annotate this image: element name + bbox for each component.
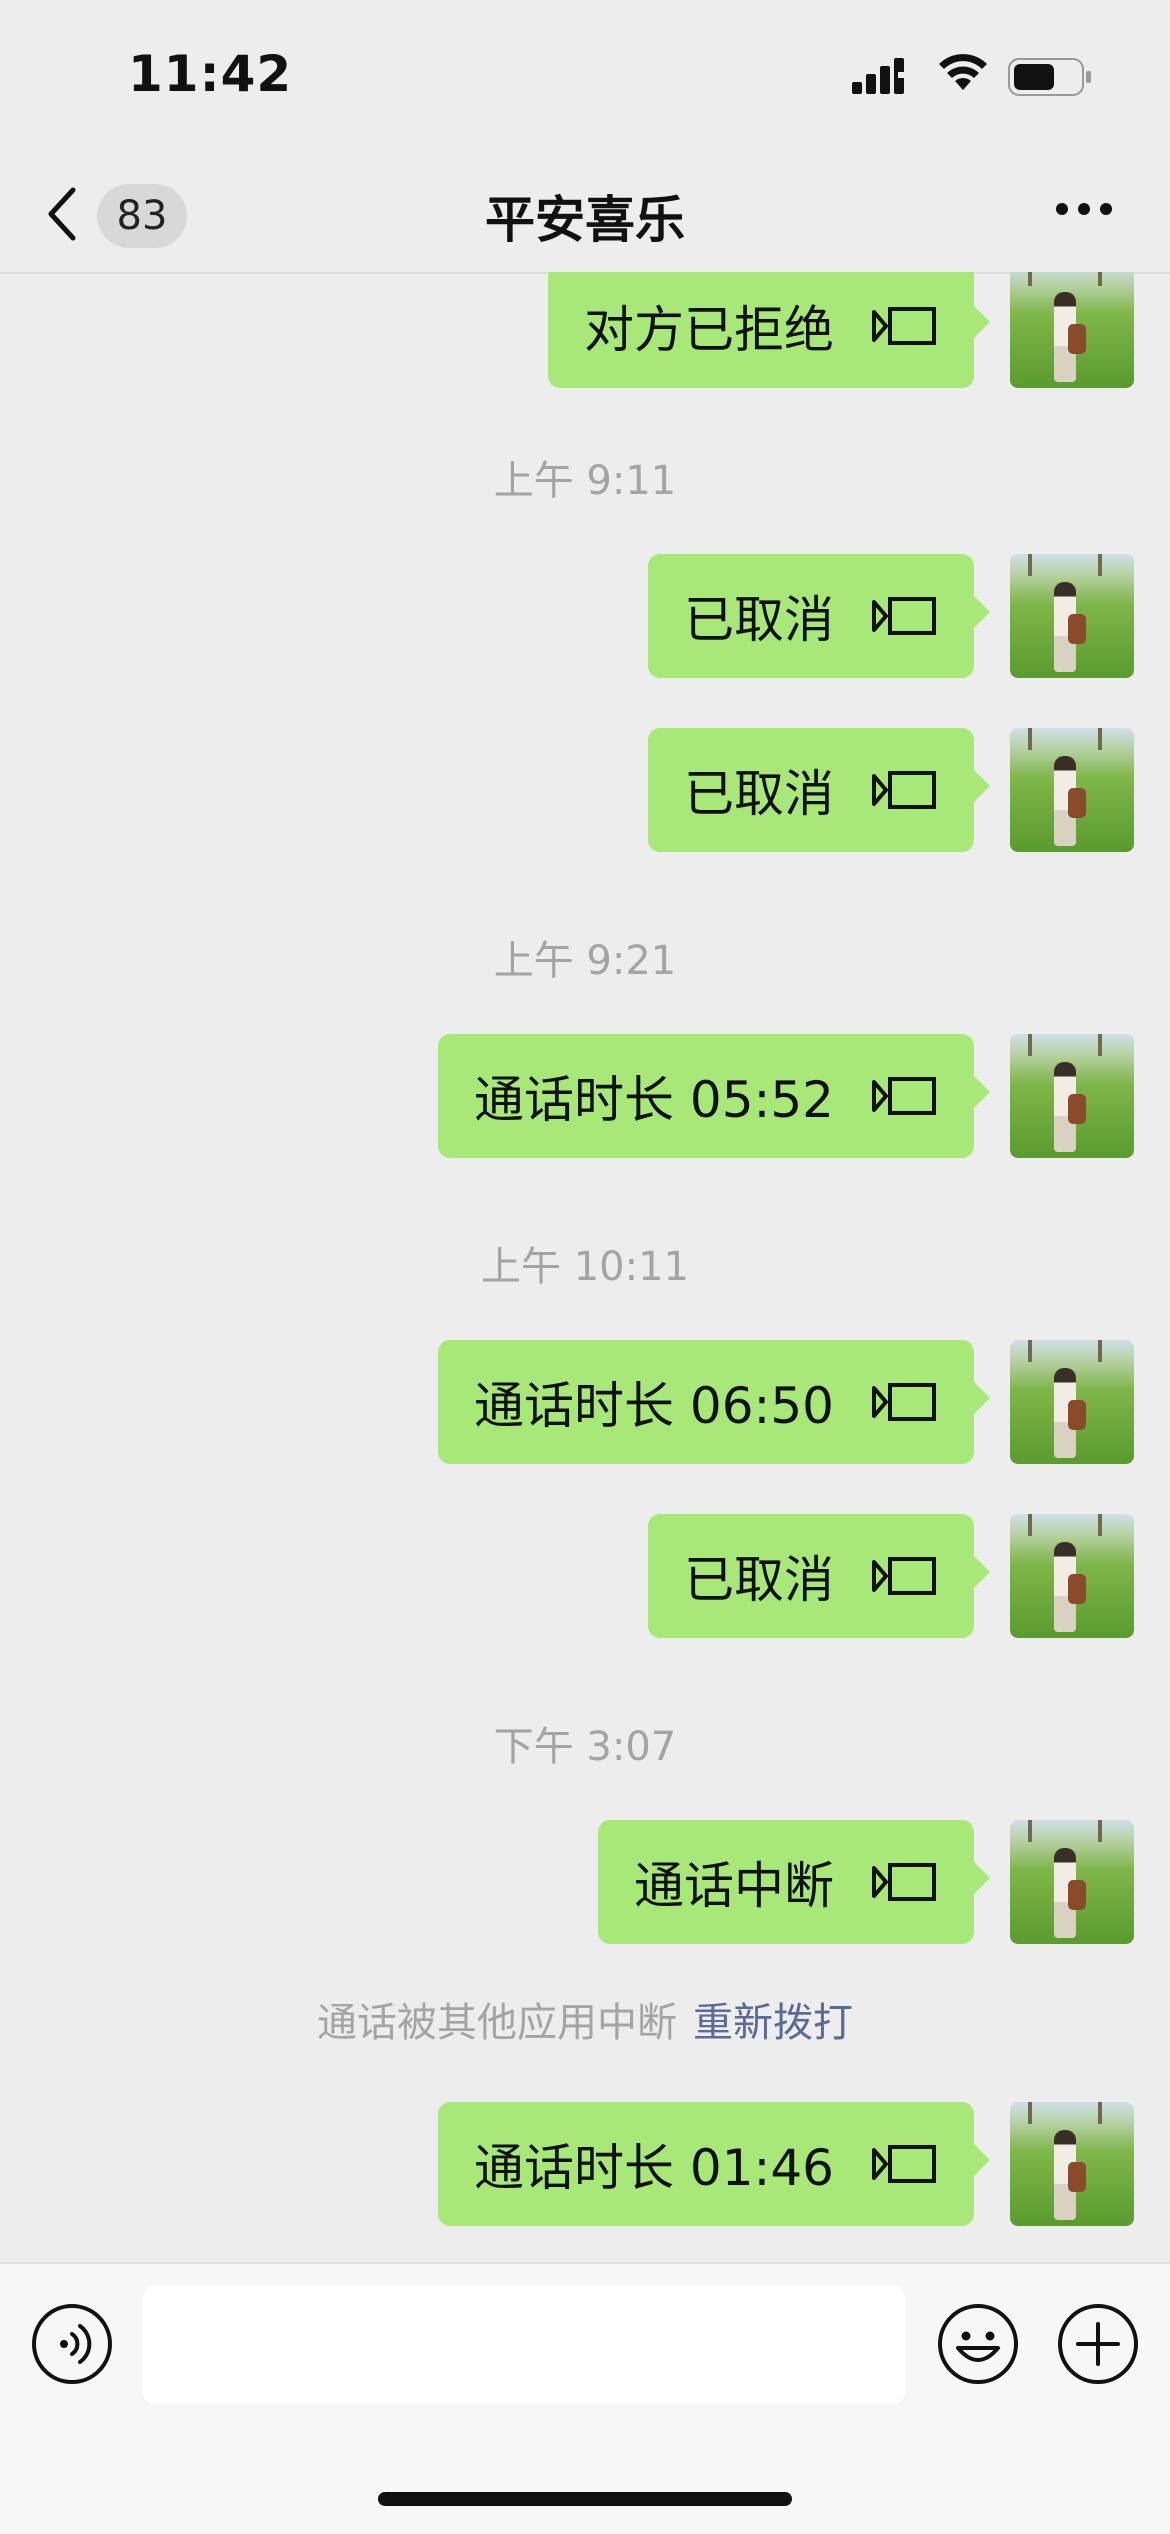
call-status-text: 通话时长 01:46 bbox=[474, 2139, 834, 2197]
avatar[interactable] bbox=[1010, 272, 1134, 388]
timestamp: 上午 9:21 bbox=[493, 938, 677, 984]
video-call-icon bbox=[872, 1863, 936, 1901]
message-row: 对方已拒绝 bbox=[0, 272, 1170, 388]
battery-icon bbox=[1008, 58, 1091, 96]
call-record-bubble[interactable]: 通话时长 01:46 bbox=[438, 2102, 990, 2226]
video-call-icon bbox=[872, 1077, 936, 1115]
video-call-icon bbox=[872, 597, 936, 635]
avatar[interactable] bbox=[1010, 1034, 1134, 1158]
call-record-bubble[interactable]: 对方已拒绝 bbox=[548, 272, 990, 388]
message-row: 通话时长 01:46 bbox=[0, 2102, 1170, 2226]
call-status-text: 已取消 bbox=[684, 765, 834, 823]
call-status-text: 对方已拒绝 bbox=[584, 301, 834, 359]
more-options-button[interactable] bbox=[1052, 184, 1116, 234]
redial-link[interactable]: 重新拨打 bbox=[693, 2000, 853, 2046]
call-status-text: 通话时长 06:50 bbox=[474, 1377, 834, 1435]
call-record-bubble[interactable]: 已取消 bbox=[648, 728, 990, 852]
message-input[interactable] bbox=[143, 2286, 905, 2404]
input-bar bbox=[0, 2262, 1170, 2534]
home-indicator bbox=[378, 2492, 792, 2506]
message-row: 通话时长 06:50 bbox=[0, 1340, 1170, 1464]
call-status-text: 已取消 bbox=[684, 591, 834, 649]
plus-button[interactable] bbox=[1056, 2302, 1140, 2386]
message-row: 已取消 bbox=[0, 554, 1170, 678]
message-list[interactable]: 对方已拒绝 上午 9:11 已取消 已取消 上午 9:21 通话时长 05:52… bbox=[0, 272, 1170, 2262]
message-row: 已取消 bbox=[0, 728, 1170, 852]
avatar[interactable] bbox=[1010, 554, 1134, 678]
message-row: 通话中断 bbox=[0, 1820, 1170, 1944]
system-notice-text: 通话被其他应用中断 bbox=[317, 2000, 677, 2046]
call-record-bubble[interactable]: 通话中断 bbox=[598, 1820, 990, 1944]
video-call-icon bbox=[872, 1557, 936, 1595]
emoji-button[interactable] bbox=[936, 2302, 1020, 2386]
call-status-text: 通话中断 bbox=[634, 1857, 834, 1915]
avatar[interactable] bbox=[1010, 1340, 1134, 1464]
nav-bar: 83 平安喜乐 bbox=[0, 150, 1170, 274]
call-status-text: 通话时长 05:52 bbox=[474, 1071, 834, 1129]
cellular-signal-icon bbox=[852, 58, 914, 94]
timestamp: 上午 9:11 bbox=[493, 458, 677, 504]
status-time: 11:42 bbox=[128, 45, 293, 103]
wifi-icon bbox=[939, 54, 987, 90]
call-record-bubble[interactable]: 通话时长 06:50 bbox=[438, 1340, 990, 1464]
video-call-icon bbox=[872, 307, 936, 345]
timestamp: 上午 10:11 bbox=[481, 1244, 689, 1290]
call-record-bubble[interactable]: 已取消 bbox=[648, 1514, 990, 1638]
chat-title: 平安喜乐 bbox=[485, 191, 685, 249]
avatar[interactable] bbox=[1010, 1820, 1134, 1944]
avatar[interactable] bbox=[1010, 728, 1134, 852]
video-call-icon bbox=[872, 1383, 936, 1421]
system-notice: 通话被其他应用中断 重新拨打 bbox=[0, 1990, 1170, 2048]
status-bar: 11:42 bbox=[0, 0, 1170, 150]
avatar[interactable] bbox=[1010, 2102, 1134, 2226]
timestamp: 下午 3:07 bbox=[493, 1724, 677, 1770]
video-call-icon bbox=[872, 2145, 936, 2183]
call-record-bubble[interactable]: 通话时长 05:52 bbox=[438, 1034, 990, 1158]
message-row: 已取消 bbox=[0, 1514, 1170, 1638]
call-status-text: 已取消 bbox=[684, 1551, 834, 1609]
avatar[interactable] bbox=[1010, 1514, 1134, 1638]
video-call-icon bbox=[872, 771, 936, 809]
call-record-bubble[interactable]: 已取消 bbox=[648, 554, 990, 678]
voice-input-button[interactable] bbox=[30, 2302, 114, 2386]
message-row: 通话时长 05:52 bbox=[0, 1034, 1170, 1158]
